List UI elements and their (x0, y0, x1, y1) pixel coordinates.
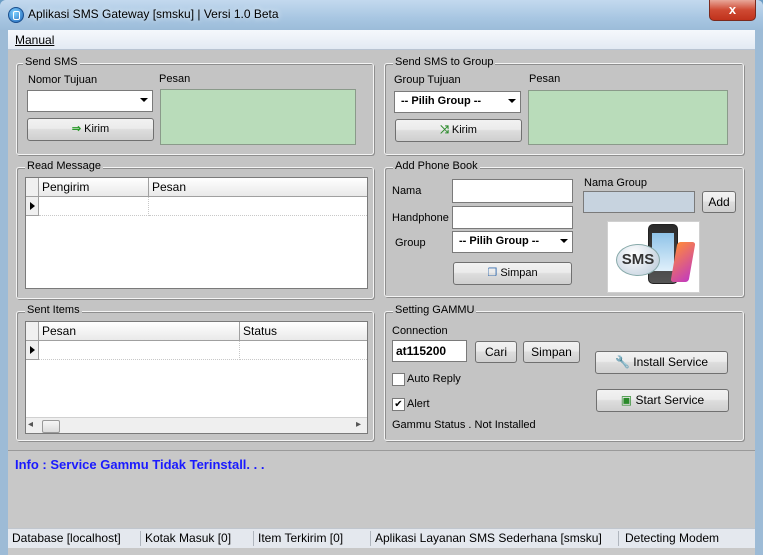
column-pesan[interactable]: Pesan (149, 178, 367, 197)
status-aplikasi: Aplikasi Layanan SMS Sederhana [smsku] (371, 531, 619, 546)
group-tujuan-selected: -- Pilih Group -- (401, 95, 482, 107)
simpan-phone-button[interactable]: ❐ Simpan (453, 262, 572, 285)
gammu-legend: Setting GAMMU (393, 304, 477, 316)
row-header[interactable] (26, 341, 39, 360)
send-group-legend: Send SMS to Group (393, 56, 496, 68)
nomor-tujuan-combo[interactable] (27, 90, 153, 112)
title-bar[interactable]: Aplikasi SMS Gateway [smsku] | Versi 1.0… (0, 0, 763, 30)
connection-input[interactable]: at115200 (392, 340, 467, 362)
sent-items-legend: Sent Items (25, 304, 82, 316)
column-pesan[interactable]: Pesan (39, 322, 240, 341)
shuffle-icon: ⤨ (440, 124, 449, 136)
simpan-phone-label: Simpan (500, 267, 538, 279)
nama-group-label: Nama Group (584, 177, 647, 189)
scroll-right-icon[interactable]: ▸ (356, 419, 361, 430)
check-icon: ✔ (394, 399, 403, 410)
nama-input[interactable] (452, 179, 573, 203)
column-pengirim[interactable]: Pengirim (39, 178, 149, 197)
info-text: Info : Service Gammu Tidak Terinstall. .… (15, 457, 265, 472)
table-cell[interactable] (240, 341, 367, 360)
handphone-label: Handphone (392, 212, 449, 224)
group-label: Group (395, 237, 426, 249)
table-cell[interactable] (149, 197, 367, 216)
start-service-label: Start Service (635, 393, 705, 407)
chevron-down-icon (140, 98, 148, 102)
pesan-textarea[interactable] (160, 89, 356, 145)
phone-group-selected: -- Pilih Group -- (459, 235, 540, 247)
scroll-thumb[interactable] (42, 420, 60, 433)
chevron-down-icon (508, 99, 516, 103)
status-modem: Detecting Modem (625, 531, 720, 545)
arrow-right-icon: ⇒ (71, 123, 82, 135)
status-bar: Database [localhost] Kotak Masuk [0] Ite… (8, 528, 755, 548)
group-pesan-textarea[interactable] (528, 90, 728, 145)
row-header[interactable] (26, 197, 39, 216)
start-service-button[interactable]: ▣ Start Service (596, 389, 729, 412)
info-panel: Info : Service Gammu Tidak Terinstall. .… (8, 450, 755, 529)
nama-group-input[interactable] (583, 191, 695, 213)
group-kirim-label: Kirim (451, 124, 477, 136)
kirim-button[interactable]: ⇒ Kirim (27, 118, 154, 141)
auto-reply-checkbox[interactable] (392, 373, 405, 386)
scroll-left-icon[interactable]: ◂ (28, 419, 33, 430)
cari-button[interactable]: Cari (475, 341, 517, 363)
pesan-label: Pesan (159, 73, 191, 85)
wrench-icon: 🔧 (615, 355, 630, 369)
horizontal-scrollbar[interactable]: ◂ ▸ (26, 417, 367, 433)
kirim-button-label: Kirim (84, 123, 110, 135)
group-tujuan-combo[interactable]: -- Pilih Group -- (394, 91, 521, 113)
sent-items-grid[interactable]: Pesan Status ◂ ▸ (25, 321, 368, 434)
alert-label: Alert (407, 398, 430, 410)
phone-book-legend: Add Phone Book (393, 160, 480, 172)
start-icon: ▣ (620, 393, 633, 407)
install-service-button[interactable]: 🔧 Install Service (595, 351, 728, 374)
nomor-tujuan-label: Nomor Tujuan (28, 74, 98, 86)
status-kotak-masuk: Kotak Masuk [0] (141, 531, 254, 546)
group-tujuan-label: Group Tujuan (394, 74, 461, 86)
nama-label: Nama (392, 185, 422, 197)
handphone-input[interactable] (452, 206, 573, 229)
phone-group-combo[interactable]: -- Pilih Group -- (452, 231, 573, 253)
sms-bubble: SMS (616, 244, 660, 276)
read-message-legend: Read Message (25, 160, 103, 172)
status-database: Database [localhost] (8, 531, 141, 546)
connection-label: Connection (392, 325, 448, 337)
simpan-gammu-button[interactable]: Simpan (523, 341, 580, 363)
form-body: Send SMS Nomor Tujuan Pesan ⇒ Kirim Send… (8, 50, 755, 450)
auto-reply-label: Auto Reply (407, 373, 461, 385)
column-status[interactable]: Status (240, 322, 367, 341)
read-message-grid[interactable]: Pengirim Pesan (25, 177, 368, 289)
group-pesan-label: Pesan (529, 73, 561, 85)
alert-checkbox[interactable]: ✔ (392, 398, 405, 411)
chevron-down-icon (560, 239, 568, 243)
table-cell[interactable] (39, 341, 240, 360)
table-cell[interactable] (39, 197, 149, 216)
app-icon (8, 7, 24, 23)
app-window: Aplikasi SMS Gateway [smsku] | Versi 1.0… (0, 0, 763, 555)
grid-corner (26, 322, 39, 341)
grid-corner (26, 178, 39, 197)
add-group-button[interactable]: Add (702, 191, 736, 213)
sms-phone-image: SMS (607, 221, 700, 293)
group-kirim-button[interactable]: ⤨ Kirim (395, 119, 522, 142)
menu-item-manual[interactable]: Manual (15, 33, 54, 47)
gammu-status-text: Gammu Status . Not Installed (392, 419, 536, 431)
window-title: Aplikasi SMS Gateway [smsku] | Versi 1.0… (28, 7, 279, 21)
row-pointer-icon (30, 346, 35, 354)
row-pointer-icon (30, 202, 35, 210)
save-copy-icon: ❐ (487, 267, 498, 279)
status-item-terkirim: Item Terkirim [0] (254, 531, 371, 546)
menu-bar: Manual (8, 30, 755, 50)
install-service-label: Install Service (633, 355, 708, 369)
send-sms-legend: Send SMS (23, 56, 80, 68)
close-button[interactable]: x (709, 0, 756, 21)
